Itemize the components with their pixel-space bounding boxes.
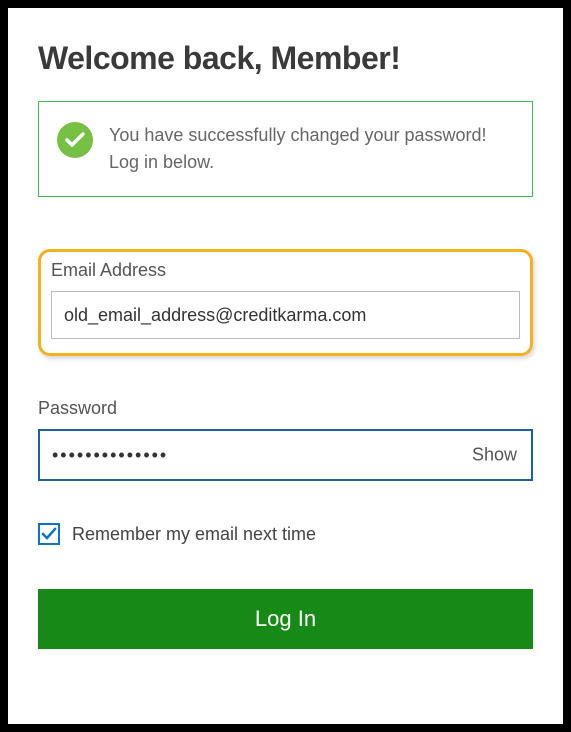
login-button[interactable]: Log In	[38, 589, 533, 649]
email-input[interactable]	[51, 291, 520, 339]
remember-row: Remember my email next time	[38, 523, 533, 545]
email-highlight-box: Email Address	[38, 249, 533, 356]
password-input-wrapper: Show	[38, 429, 533, 481]
password-input[interactable]	[40, 431, 531, 479]
success-message: You have successfully changed your passw…	[109, 122, 514, 176]
show-password-button[interactable]: Show	[472, 445, 517, 466]
check-icon	[41, 527, 57, 541]
password-field-group: Password Show	[38, 398, 533, 481]
page-title: Welcome back, Member!	[38, 40, 533, 77]
email-label: Email Address	[51, 260, 520, 281]
success-check-icon	[57, 122, 93, 158]
remember-checkbox[interactable]	[38, 523, 60, 545]
remember-label: Remember my email next time	[72, 524, 316, 545]
success-banner: You have successfully changed your passw…	[38, 101, 533, 197]
login-form-container: Welcome back, Member! You have successfu…	[8, 8, 563, 724]
password-label: Password	[38, 398, 533, 419]
email-field-group: Email Address	[38, 249, 533, 356]
